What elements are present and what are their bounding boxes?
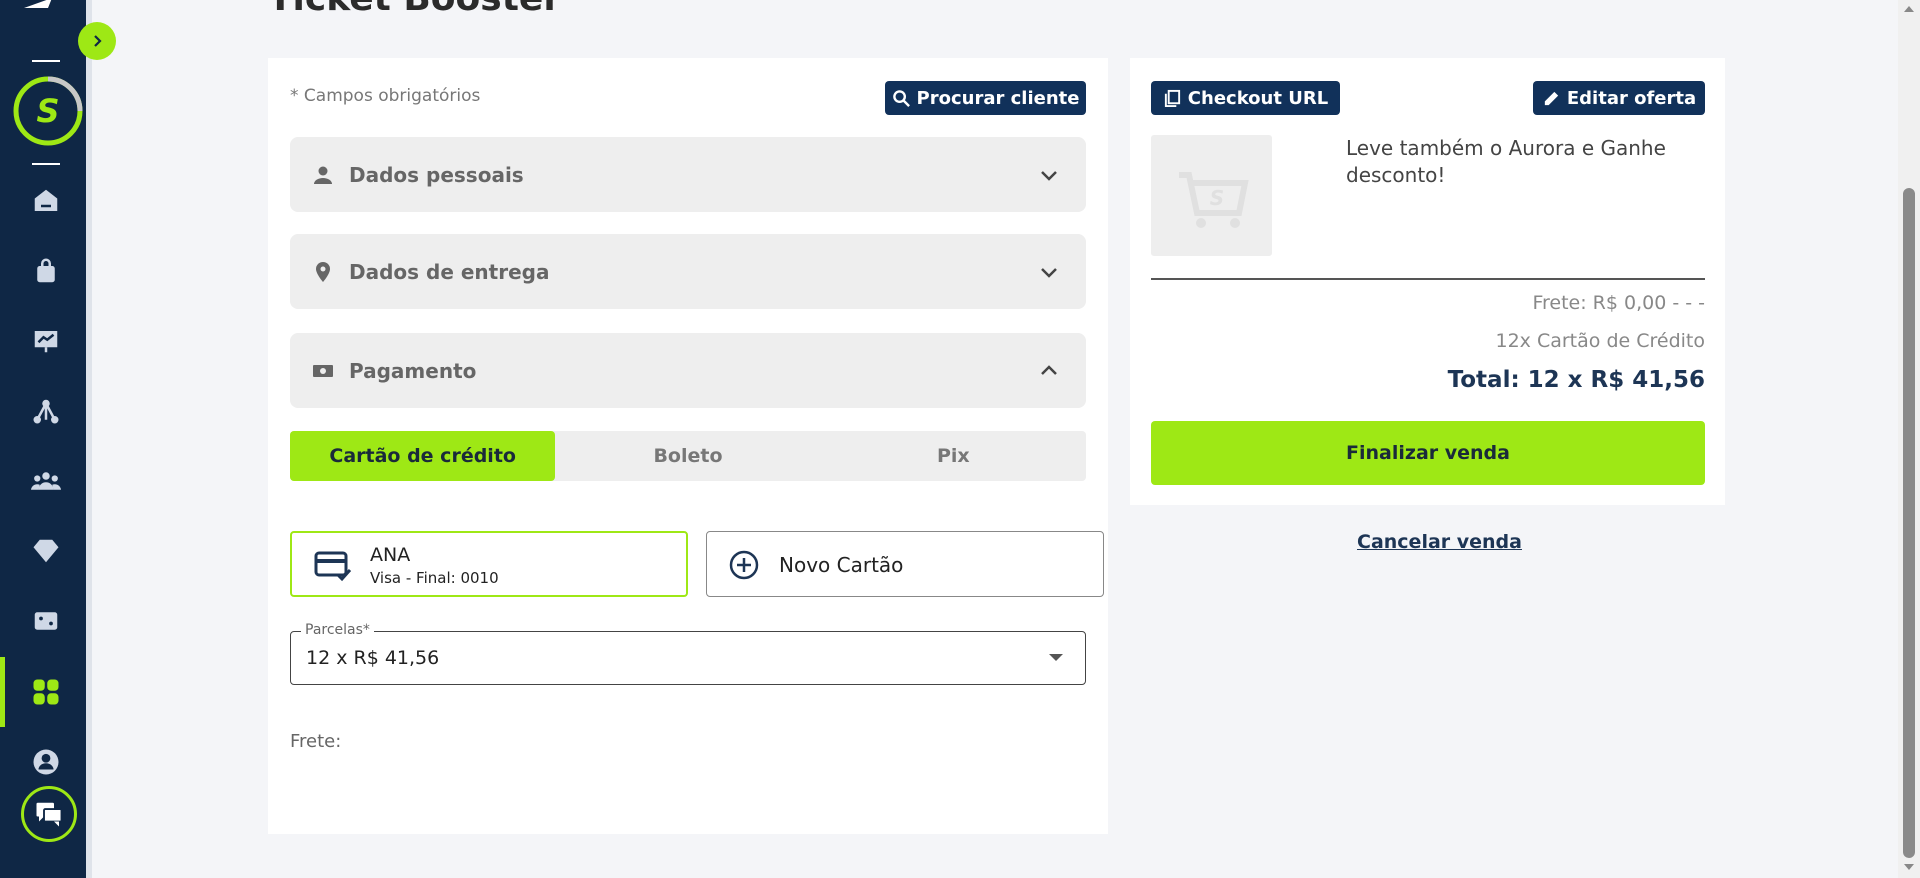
sidebar-item-affiliates[interactable]	[20, 385, 72, 437]
apps-grid-icon	[33, 679, 59, 705]
sidebar: S	[0, 0, 92, 878]
search-client-label: Procurar cliente	[916, 87, 1080, 109]
sidebar-item-products[interactable]	[20, 245, 72, 297]
payment-method-tabs: Cartão de crédito Boleto Pix	[290, 431, 1086, 481]
saved-card-holder: ANA	[370, 544, 411, 566]
checkout-url-label: Checkout URL	[1187, 87, 1329, 109]
new-card-label: Novo Cartão	[779, 553, 904, 577]
search-client-button[interactable]: Procurar cliente	[885, 81, 1086, 115]
shopping-cart-icon: S	[1179, 172, 1249, 228]
order-total: Total: 12 x R$ 41,56	[1447, 367, 1705, 393]
svg-text:S: S	[1210, 186, 1224, 210]
sidebar-item-customers[interactable]	[20, 455, 72, 507]
accordion-delivery-data[interactable]: Dados de entrega	[290, 234, 1086, 309]
tab-credit-card[interactable]: Cartão de crédito	[290, 431, 556, 481]
chevron-up-icon	[1041, 364, 1057, 375]
accordion-label: Dados pessoais	[349, 162, 524, 187]
users-icon	[31, 472, 61, 490]
shopping-bag-icon	[37, 258, 55, 283]
sidebar-item-reports[interactable]	[20, 315, 72, 367]
chevron-down-icon	[1041, 170, 1057, 181]
pencil-icon	[1544, 91, 1559, 105]
money-icon	[313, 365, 333, 377]
search-icon	[892, 89, 910, 107]
checkout-form-card: * Campos obrigatórios Procurar cliente D…	[268, 58, 1108, 834]
order-summary-card: Checkout URL Editar oferta S Leve também…	[1130, 58, 1725, 505]
page-scrollbar[interactable]	[1898, 0, 1920, 878]
product-offer-text: Leve também o Aurora e Ganhe desconto!	[1346, 136, 1666, 187]
required-fields-note: * Campos obrigatórios	[290, 86, 481, 106]
chevron-right-icon	[94, 35, 102, 47]
chevron-down-icon	[1041, 267, 1057, 278]
account-circle-icon	[33, 749, 59, 775]
ticket-icon	[34, 612, 58, 630]
presentation-chart-icon	[34, 331, 58, 353]
accordion-label: Dados de entrega	[349, 259, 550, 284]
sidebar-item-tickets[interactable]	[20, 595, 72, 647]
plus-circle-icon	[729, 550, 759, 580]
sidebar-divider	[32, 163, 60, 165]
product-image: S	[1151, 135, 1272, 256]
dropdown-caret-icon	[1049, 654, 1063, 661]
brand-mark-icon	[24, 0, 52, 8]
installments-summary: 12x Cartão de Crédito	[1495, 330, 1706, 352]
saved-card-detail: Visa - Final: 0010	[370, 569, 499, 587]
person-icon	[314, 166, 332, 184]
svg-text:S: S	[36, 92, 59, 130]
installments-label: Parcelas*	[301, 622, 374, 638]
sidebar-divider	[32, 60, 60, 62]
network-icon	[33, 399, 59, 424]
saved-card-option[interactable]: ANA Visa - Final: 0010	[290, 531, 688, 597]
accordion-label: Pagamento	[349, 358, 477, 383]
checkout-url-button[interactable]: Checkout URL	[1151, 81, 1340, 115]
finalize-sale-button[interactable]: Finalizar venda	[1151, 421, 1705, 485]
new-card-button[interactable]: Novo Cartão	[706, 531, 1104, 597]
accordion-payment[interactable]: Pagamento	[290, 333, 1086, 408]
accordion-personal-data[interactable]: Dados pessoais	[290, 137, 1086, 212]
diamond-icon	[33, 539, 59, 563]
sidebar-item-premium[interactable]	[20, 525, 72, 577]
home-icon	[34, 189, 58, 211]
shipping-value: Frete: R$ 0,00 - - -	[1532, 292, 1705, 314]
chat-icon	[36, 802, 63, 827]
installments-select[interactable]: Parcelas* 12 x R$ 41,56	[290, 622, 1086, 685]
summary-divider	[1151, 278, 1705, 280]
sidebar-active-indicator	[0, 657, 5, 727]
sidebar-toggle-button[interactable]	[78, 22, 116, 60]
copy-icon	[1164, 89, 1180, 107]
chat-button[interactable]	[21, 786, 77, 842]
sidebar-item-apps[interactable]	[20, 666, 72, 718]
scroll-down-arrow-icon[interactable]	[1904, 864, 1914, 870]
edit-offer-label: Editar oferta	[1566, 87, 1697, 109]
page-title: Ticket Booster	[268, 0, 561, 19]
location-pin-icon	[316, 262, 330, 282]
scroll-up-arrow-icon[interactable]	[1904, 6, 1914, 12]
credit-card-check-icon	[314, 551, 352, 582]
sidebar-item-home[interactable]	[20, 175, 72, 227]
sidebar-item-account[interactable]	[20, 736, 72, 788]
scrollbar-thumb[interactable]	[1903, 188, 1915, 858]
shipping-label: Frete:	[290, 731, 342, 752]
app-logo-icon[interactable]: S	[12, 75, 84, 147]
edit-offer-button[interactable]: Editar oferta	[1533, 81, 1705, 115]
cancel-sale-link[interactable]: Cancelar venda	[1357, 531, 1522, 553]
tab-boleto[interactable]: Boleto	[555, 431, 820, 481]
installments-value: 12 x R$ 41,56	[306, 647, 440, 669]
tab-pix[interactable]: Pix	[821, 431, 1086, 481]
